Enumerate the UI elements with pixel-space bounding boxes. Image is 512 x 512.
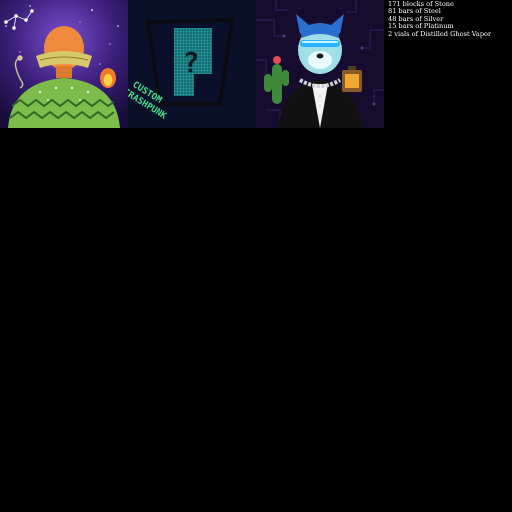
- flame-icon: [100, 68, 116, 88]
- nft-tile-custom-trashpunk[interactable]: ? CUSTOM TRASHPUNK: [128, 0, 256, 128]
- question-mark-icon: ?: [183, 46, 200, 79]
- nft-gallery-page: ? CUSTOM TRASHPUNK 171 blocks of Stone 8…: [0, 0, 512, 512]
- custom-trashpunk-image: ? CUSTOM TRASHPUNK: [128, 0, 256, 128]
- zodiac-avatar-image: [0, 0, 128, 128]
- cyber-doge-image: [256, 0, 384, 128]
- nft-tile-cyber-doge[interactable]: [256, 0, 384, 128]
- nft-tile-zodiac-avatar[interactable]: [0, 0, 128, 128]
- inventory-item-ghost-vapor: 2 vials of Distilled Ghost Vapor: [388, 29, 492, 38]
- inventory-list: 171 blocks of Stone 81 bars of Steel 48 …: [388, 0, 510, 38]
